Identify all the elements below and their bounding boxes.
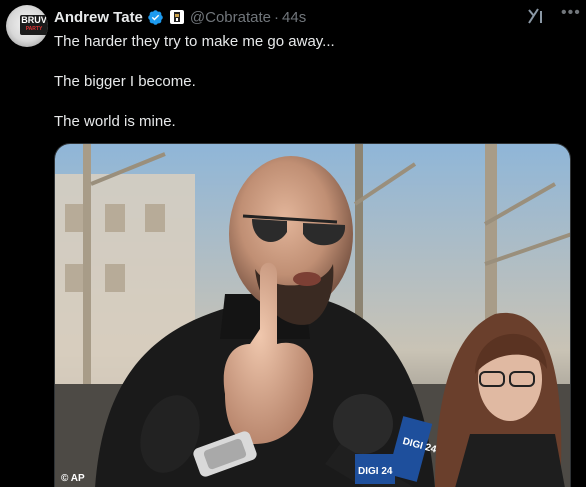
avatar[interactable]: BRUV PARTY (6, 5, 48, 47)
tweet-line-3: The world is mine. (54, 113, 176, 130)
avatar-logo: BRUV PARTY (20, 15, 48, 35)
author-name[interactable]: Andrew Tate (54, 9, 143, 26)
photo-scene: DIGI 24 DIGI 24 (55, 144, 570, 487)
author-handle[interactable]: @Cobratate (190, 9, 271, 26)
verified-badge-icon[interactable] (147, 9, 164, 26)
grok-icon[interactable] (526, 6, 546, 26)
tweet-photo[interactable]: DIGI 24 DIGI 24 © AP (54, 143, 571, 487)
tweet-header: Andrew Tate @Cobratate · 44s (54, 6, 306, 28)
photo-credit: © AP (61, 473, 85, 484)
tweet-line-1: The harder they try to make me go away..… (54, 33, 335, 50)
mic-label-2: DIGI 24 (358, 466, 393, 477)
separator-dot: · (274, 8, 280, 26)
more-icon[interactable]: ••• (561, 4, 581, 22)
tweet-line-2: The bigger I become. (54, 73, 196, 90)
tweet-timestamp[interactable]: 44s (282, 9, 306, 26)
affiliate-badge-icon[interactable] (169, 10, 184, 24)
